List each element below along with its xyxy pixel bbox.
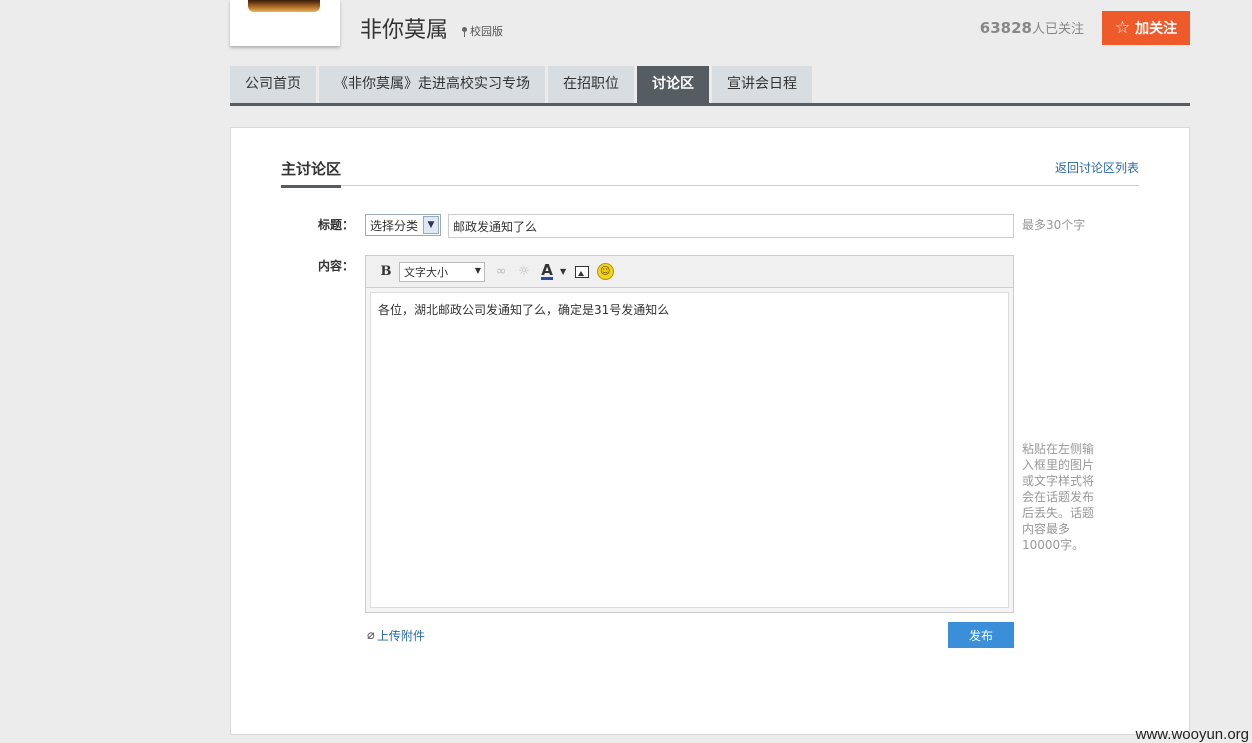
followers-number: 63828: [979, 19, 1032, 37]
content-label: 内容：: [318, 259, 355, 273]
company-name: 非你莫属: [360, 18, 449, 43]
pin-icon: [462, 26, 467, 37]
unlink-icon: ☼: [518, 264, 530, 279]
watermark: www.wooyun.org: [1135, 726, 1249, 743]
tab-discussion[interactable]: 讨论区: [637, 66, 709, 103]
rich-text-editor: B 文字大小 ▼ ∞ ☼ A ▼ ☺ 各位，湖北邮政公司发通知了么，确定是31号…: [365, 255, 1014, 613]
content-textarea[interactable]: 各位，湖北邮政公司发通知了么，确定是31号发通知么: [370, 292, 1009, 608]
tab-company-home[interactable]: 公司首页: [230, 66, 316, 103]
title-input[interactable]: [448, 214, 1014, 238]
chevron-down-icon: ▼: [423, 216, 439, 234]
tab-campus-internship[interactable]: 《非你莫属》走进高校实习专场: [319, 66, 545, 103]
back-to-list-link[interactable]: 返回讨论区列表: [1055, 159, 1139, 176]
title-label: 标题：: [318, 218, 355, 232]
follow-button-label: 加关注: [1135, 20, 1178, 36]
paperclip-icon: ⌀: [367, 628, 375, 643]
tab-jobs[interactable]: 在招职位: [548, 66, 634, 103]
smile-icon: ☺: [596, 263, 614, 280]
follow-button[interactable]: ☆ 加关注: [1102, 11, 1190, 45]
publish-button[interactable]: 发布: [948, 622, 1014, 648]
title-hint: 最多30个字: [1022, 218, 1086, 232]
font-color-caret-icon[interactable]: ▼: [560, 267, 566, 276]
company-logo[interactable]: [230, 0, 340, 46]
emoji-button[interactable]: ☺: [595, 262, 615, 282]
unlink-button[interactable]: ☼: [514, 262, 534, 282]
caret-down-icon: ▼: [474, 265, 481, 275]
upload-attachment-link[interactable]: ⌀ 上传附件: [367, 627, 425, 644]
bold-icon: B: [380, 264, 392, 279]
link-button[interactable]: ∞: [491, 262, 511, 282]
font-color-icon: A: [541, 261, 553, 280]
logo-image: [248, 0, 320, 12]
image-icon: [575, 265, 590, 278]
font-size-select[interactable]: 文字大小 ▼: [399, 261, 485, 282]
followers-count: 63828人已关注: [980, 18, 1084, 37]
bold-button[interactable]: B: [376, 262, 396, 282]
link-icon: ∞: [495, 264, 507, 279]
category-select-value: 选择分类: [370, 218, 419, 233]
campus-tag: 校园版: [462, 23, 503, 39]
star-icon: ☆: [1114, 18, 1131, 37]
section-title: 主讨论区: [281, 158, 342, 188]
campus-tag-label: 校园版: [470, 25, 503, 38]
paste-hint: 粘贴在左侧输入框里的图片或文字样式将会在话题发布后丢失。话题内容最多10000字…: [1022, 442, 1095, 552]
editor-toolbar: B 文字大小 ▼ ∞ ☼ A ▼ ☺: [366, 256, 1013, 288]
section-divider: [281, 185, 1139, 186]
followers-suffix: 人已关注: [1031, 22, 1084, 37]
upload-attachment-label: 上传附件: [376, 629, 425, 643]
tab-schedule[interactable]: 宣讲会日程: [712, 66, 812, 103]
category-select[interactable]: 选择分类 ▼: [365, 214, 441, 236]
font-size-label: 文字大小: [404, 265, 448, 279]
insert-image-button[interactable]: [572, 262, 592, 282]
discussion-panel: 主讨论区 返回讨论区列表 标题： 选择分类 ▼ 最多30个字 内容： B 文字大…: [230, 127, 1190, 735]
font-color-button[interactable]: A: [537, 262, 557, 282]
company-tabs: 公司首页 《非你莫属》走进高校实习专场 在招职位 讨论区 宣讲会日程: [230, 66, 1190, 106]
